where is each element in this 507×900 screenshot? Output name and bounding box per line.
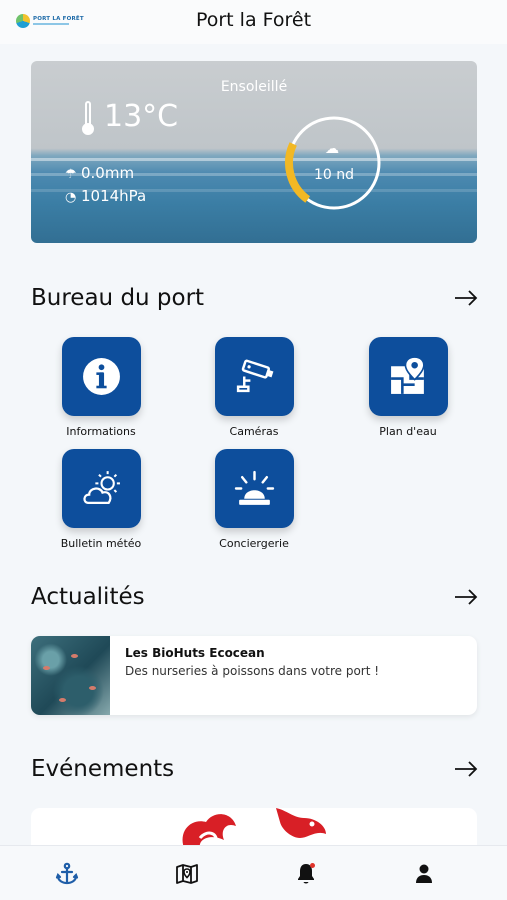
thermometer-icon [81, 101, 95, 135]
map-icon[interactable] [175, 862, 199, 886]
tile-cameras[interactable]: Caméras [199, 337, 309, 438]
section-title-news: Actualités [31, 584, 145, 610]
info-icon [82, 358, 120, 395]
bell-icon[interactable] [294, 862, 318, 886]
fish-shape [89, 686, 96, 690]
tile-conciergerie[interactable]: Conciergerie [199, 449, 309, 550]
fish-shape [59, 698, 66, 702]
conciergerie-button[interactable] [214, 449, 294, 528]
weather-icon [82, 471, 120, 504]
umbrella-icon: ☂ [65, 167, 77, 182]
bulletin-meteo-button[interactable] [61, 449, 141, 528]
section-title-events: Evénements [31, 756, 175, 782]
pressure-value: 1014hPa [81, 187, 147, 205]
tile-label: Informations [66, 425, 136, 438]
tile-bulletin-meteo[interactable]: Bulletin météo [46, 449, 156, 550]
wind-gauge [285, 116, 381, 210]
tile-label: Conciergerie [219, 537, 289, 550]
anchor-icon[interactable] [55, 862, 79, 886]
tile-informations[interactable]: Informations [46, 337, 156, 438]
tile-label: Bulletin météo [60, 537, 142, 550]
map-pin-icon [390, 356, 425, 394]
news-title: Les BioHuts Ecocean [125, 646, 265, 660]
wind-icon: ☁ [325, 141, 339, 157]
camera-icon [236, 359, 273, 393]
news-subtitle: Des nurseries à poissons dans votre port… [125, 664, 380, 678]
user-icon[interactable] [412, 862, 436, 886]
pressure-row: ◔ 1014hPa [65, 187, 146, 205]
event-logo [182, 808, 326, 848]
weather-card[interactable]: Ensoleillé 13°C ☂ 0.0mm ◔ 1014hPa ☁ 10 nd [31, 61, 477, 243]
fish-shape [43, 666, 50, 670]
notification-dot [310, 863, 315, 868]
news-thumbnail [31, 636, 110, 715]
cameras-button[interactable] [214, 337, 294, 416]
informations-button[interactable] [61, 337, 141, 416]
tile-label: Caméras [229, 425, 279, 438]
gauge-icon: ◔ [65, 190, 77, 205]
fish-shape [71, 654, 78, 658]
page-title: Port la Forêt [195, 9, 312, 31]
weather-condition: Ensoleillé [220, 79, 288, 95]
plan-d-eau-button[interactable] [368, 337, 448, 416]
news-card[interactable]: Les BioHuts Ecocean Des nurseries à pois… [31, 636, 477, 715]
arrow-right-icon[interactable] [454, 761, 478, 777]
rain-value: 0.0mm [81, 164, 135, 182]
app-header: PORT LA FORÊT Port la Forêt [0, 0, 507, 44]
section-title-bureau: Bureau du port [31, 285, 205, 311]
wave-line [31, 158, 477, 161]
arrow-right-icon[interactable] [454, 290, 478, 306]
alarm-light-icon [234, 470, 274, 505]
rain-row: ☂ 0.0mm [65, 164, 134, 182]
tile-label: Plan d'eau [379, 425, 437, 438]
tile-plan-d-eau[interactable]: Plan d'eau [353, 337, 463, 438]
bottom-navigation [0, 845, 507, 900]
wind-value: 10 nd [313, 167, 355, 183]
temperature-value: 13°C [104, 99, 179, 134]
arrow-right-icon[interactable] [454, 589, 478, 605]
